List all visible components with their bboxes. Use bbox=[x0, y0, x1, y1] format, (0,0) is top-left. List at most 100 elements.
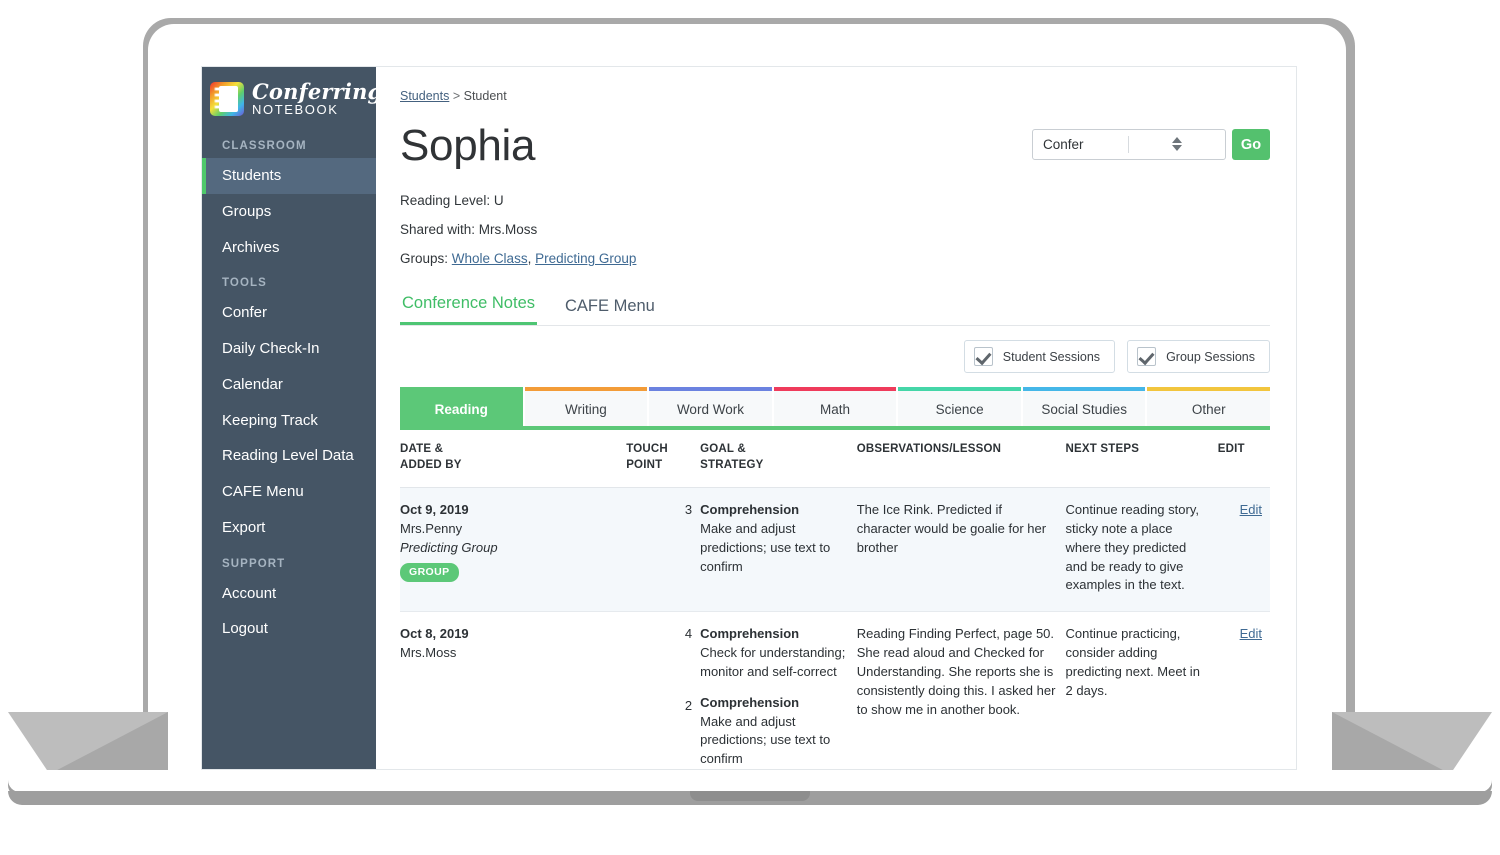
edit-link[interactable]: Edit bbox=[1240, 626, 1262, 641]
goal-entry: Comprehension Make and adjust prediction… bbox=[700, 694, 849, 769]
row-group-name: Predicting Group bbox=[400, 539, 618, 558]
row-teacher: Mrs.Penny bbox=[400, 520, 618, 539]
table-body: Oct 9, 2019 Mrs.Penny Predicting Group G… bbox=[400, 488, 1270, 770]
tab-bar: Conference Notes CAFE Menu bbox=[400, 288, 1270, 326]
sidebar-item-account[interactable]: Account bbox=[202, 576, 376, 612]
column-header-touch-line1: TOUCH bbox=[626, 442, 692, 458]
column-header-edit: EDIT bbox=[1218, 430, 1270, 488]
sidebar-group-label-classroom: CLASSROOM bbox=[202, 128, 376, 158]
filter-student-sessions-label: Student Sessions bbox=[1003, 350, 1100, 364]
action-select-value: Confer bbox=[1043, 137, 1128, 152]
app-window: Conferring NOTEBOOK CLASSROOM Students G… bbox=[201, 66, 1297, 770]
laptop-mockup: Conferring NOTEBOOK CLASSROOM Students G… bbox=[0, 0, 1500, 855]
subject-tab-math[interactable]: Math bbox=[774, 387, 897, 426]
sidebar-item-confer[interactable]: Confer bbox=[202, 295, 376, 331]
sidebar-group-tools: TOOLS Confer Daily Check-In Calendar Kee… bbox=[202, 265, 376, 545]
column-header-observations: OBSERVATIONS/LESSON bbox=[857, 430, 1066, 488]
checkmark-icon[interactable] bbox=[1137, 347, 1156, 366]
goal-title: Comprehension bbox=[700, 694, 849, 713]
tab-cafe-menu[interactable]: CAFE Menu bbox=[563, 291, 657, 325]
subject-tab-other[interactable]: Other bbox=[1147, 387, 1270, 426]
checkmark-icon[interactable] bbox=[974, 347, 993, 366]
table-row: Oct 8, 2019 Mrs.Moss 4 2 Comprehension C… bbox=[400, 612, 1270, 770]
cell-edit: Edit bbox=[1218, 488, 1270, 612]
cell-goal: Comprehension Make and adjust prediction… bbox=[700, 488, 857, 612]
cell-touch-point: 4 2 bbox=[626, 612, 700, 770]
cell-date: Oct 8, 2019 Mrs.Moss bbox=[400, 612, 626, 770]
column-header-date-line2: ADDED BY bbox=[400, 458, 618, 474]
app-logo[interactable]: Conferring NOTEBOOK bbox=[202, 67, 376, 128]
groups-label: Groups: bbox=[400, 251, 448, 266]
main-content: Students > Student Sophia Reading Level:… bbox=[376, 67, 1296, 769]
chevron-updown-icon[interactable] bbox=[1128, 136, 1220, 153]
group-link-predicting-group[interactable]: Predicting Group bbox=[535, 251, 636, 266]
sidebar-item-calendar[interactable]: Calendar bbox=[202, 367, 376, 403]
status-badge: GROUP bbox=[400, 563, 459, 582]
goal-strategy: Make and adjust predictions; use text to… bbox=[700, 713, 849, 770]
groups-line: Groups: Whole Class, Predicting Group bbox=[400, 251, 1270, 266]
breadcrumb-students-link[interactable]: Students bbox=[400, 89, 449, 103]
tab-conference-notes[interactable]: Conference Notes bbox=[400, 288, 537, 325]
cell-date: Oct 9, 2019 Mrs.Penny Predicting Group G… bbox=[400, 488, 626, 612]
subject-tab-writing[interactable]: Writing bbox=[525, 387, 648, 426]
group-link-whole-class[interactable]: Whole Class bbox=[452, 251, 528, 266]
sidebar-group-classroom: CLASSROOM Students Groups Archives bbox=[202, 128, 376, 265]
sidebar-item-archives[interactable]: Archives bbox=[202, 230, 376, 266]
sidebar-item-keeping-track[interactable]: Keeping Track bbox=[202, 403, 376, 439]
sidebar-item-cafe-menu[interactable]: CAFE Menu bbox=[202, 474, 376, 510]
cell-next-steps: Continue practicing, consider adding pre… bbox=[1066, 612, 1218, 770]
go-button[interactable]: Go bbox=[1232, 129, 1270, 160]
sidebar-item-daily-check-in[interactable]: Daily Check-In bbox=[202, 331, 376, 367]
row-date: Oct 8, 2019 bbox=[400, 625, 618, 644]
laptop-base-notch bbox=[690, 791, 810, 801]
cell-observations: Reading Finding Perfect, page 50. She re… bbox=[857, 612, 1066, 770]
filter-student-sessions[interactable]: Student Sessions bbox=[964, 340, 1115, 373]
sidebar-item-students[interactable]: Students bbox=[202, 158, 376, 194]
edit-link[interactable]: Edit bbox=[1240, 502, 1262, 517]
column-header-date: DATE & ADDED BY bbox=[400, 430, 626, 488]
touch-point-value: 3 bbox=[626, 501, 692, 520]
column-header-goal-line2: STRATEGY bbox=[700, 458, 849, 474]
brand-line-2: NOTEBOOK bbox=[252, 103, 382, 116]
sidebar-item-reading-level-data[interactable]: Reading Level Data bbox=[202, 438, 376, 474]
conference-notes-table: DATE & ADDED BY TOUCH POINT GOAL & STRAT… bbox=[400, 430, 1270, 770]
brand-line-1: Conferring bbox=[252, 81, 382, 102]
subject-tab-word-work[interactable]: Word Work bbox=[649, 387, 772, 426]
action-select[interactable]: Confer bbox=[1032, 129, 1226, 160]
sidebar-item-groups[interactable]: Groups bbox=[202, 194, 376, 230]
column-header-touch-point: TOUCH POINT bbox=[626, 430, 700, 488]
action-bar: Confer Go bbox=[1032, 129, 1270, 160]
column-header-date-line1: DATE & bbox=[400, 442, 618, 458]
subject-tab-science[interactable]: Science bbox=[898, 387, 1021, 426]
cell-observations: The Ice Rink. Predicted if character wou… bbox=[857, 488, 1066, 612]
column-header-goal: GOAL & STRATEGY bbox=[700, 430, 857, 488]
groups-separator: , bbox=[528, 251, 532, 266]
subject-tab-bar: Reading Writing Word Work Math Science S… bbox=[400, 387, 1270, 430]
filter-group-sessions[interactable]: Group Sessions bbox=[1127, 340, 1270, 373]
column-header-goal-line1: GOAL & bbox=[700, 442, 849, 458]
sidebar-group-label-support: SUPPORT bbox=[202, 546, 376, 576]
sidebar-group-label-tools: TOOLS bbox=[202, 265, 376, 295]
row-date: Oct 9, 2019 bbox=[400, 501, 618, 520]
table-header: DATE & ADDED BY TOUCH POINT GOAL & STRAT… bbox=[400, 430, 1270, 488]
goal-entry: Comprehension Make and adjust prediction… bbox=[700, 501, 849, 576]
breadcrumb-current: Student bbox=[464, 89, 507, 103]
cell-next-steps: Continue reading story, sticky note a pl… bbox=[1066, 488, 1218, 612]
sidebar-item-logout[interactable]: Logout bbox=[202, 611, 376, 647]
shared-with: Shared with: Mrs.Moss bbox=[400, 222, 1270, 237]
notebook-icon bbox=[210, 82, 244, 116]
session-filters: Student Sessions Group Sessions bbox=[400, 340, 1270, 373]
column-header-touch-line2: POINT bbox=[626, 458, 692, 474]
subject-tab-social-studies[interactable]: Social Studies bbox=[1023, 387, 1146, 426]
goal-title: Comprehension bbox=[700, 625, 849, 644]
subject-tab-reading[interactable]: Reading bbox=[400, 387, 523, 426]
sidebar-item-export[interactable]: Export bbox=[202, 510, 376, 546]
reading-level: Reading Level: U bbox=[400, 193, 1270, 208]
sidebar-group-support: SUPPORT Account Logout bbox=[202, 546, 376, 648]
touch-point-value: 2 bbox=[626, 697, 692, 716]
goal-strategy: Make and adjust predictions; use text to… bbox=[700, 520, 849, 577]
breadcrumb-separator: > bbox=[453, 89, 460, 103]
touch-point-value: 4 bbox=[626, 625, 692, 644]
table-header-row: DATE & ADDED BY TOUCH POINT GOAL & STRAT… bbox=[400, 430, 1270, 488]
breadcrumb: Students > Student bbox=[400, 89, 1270, 103]
